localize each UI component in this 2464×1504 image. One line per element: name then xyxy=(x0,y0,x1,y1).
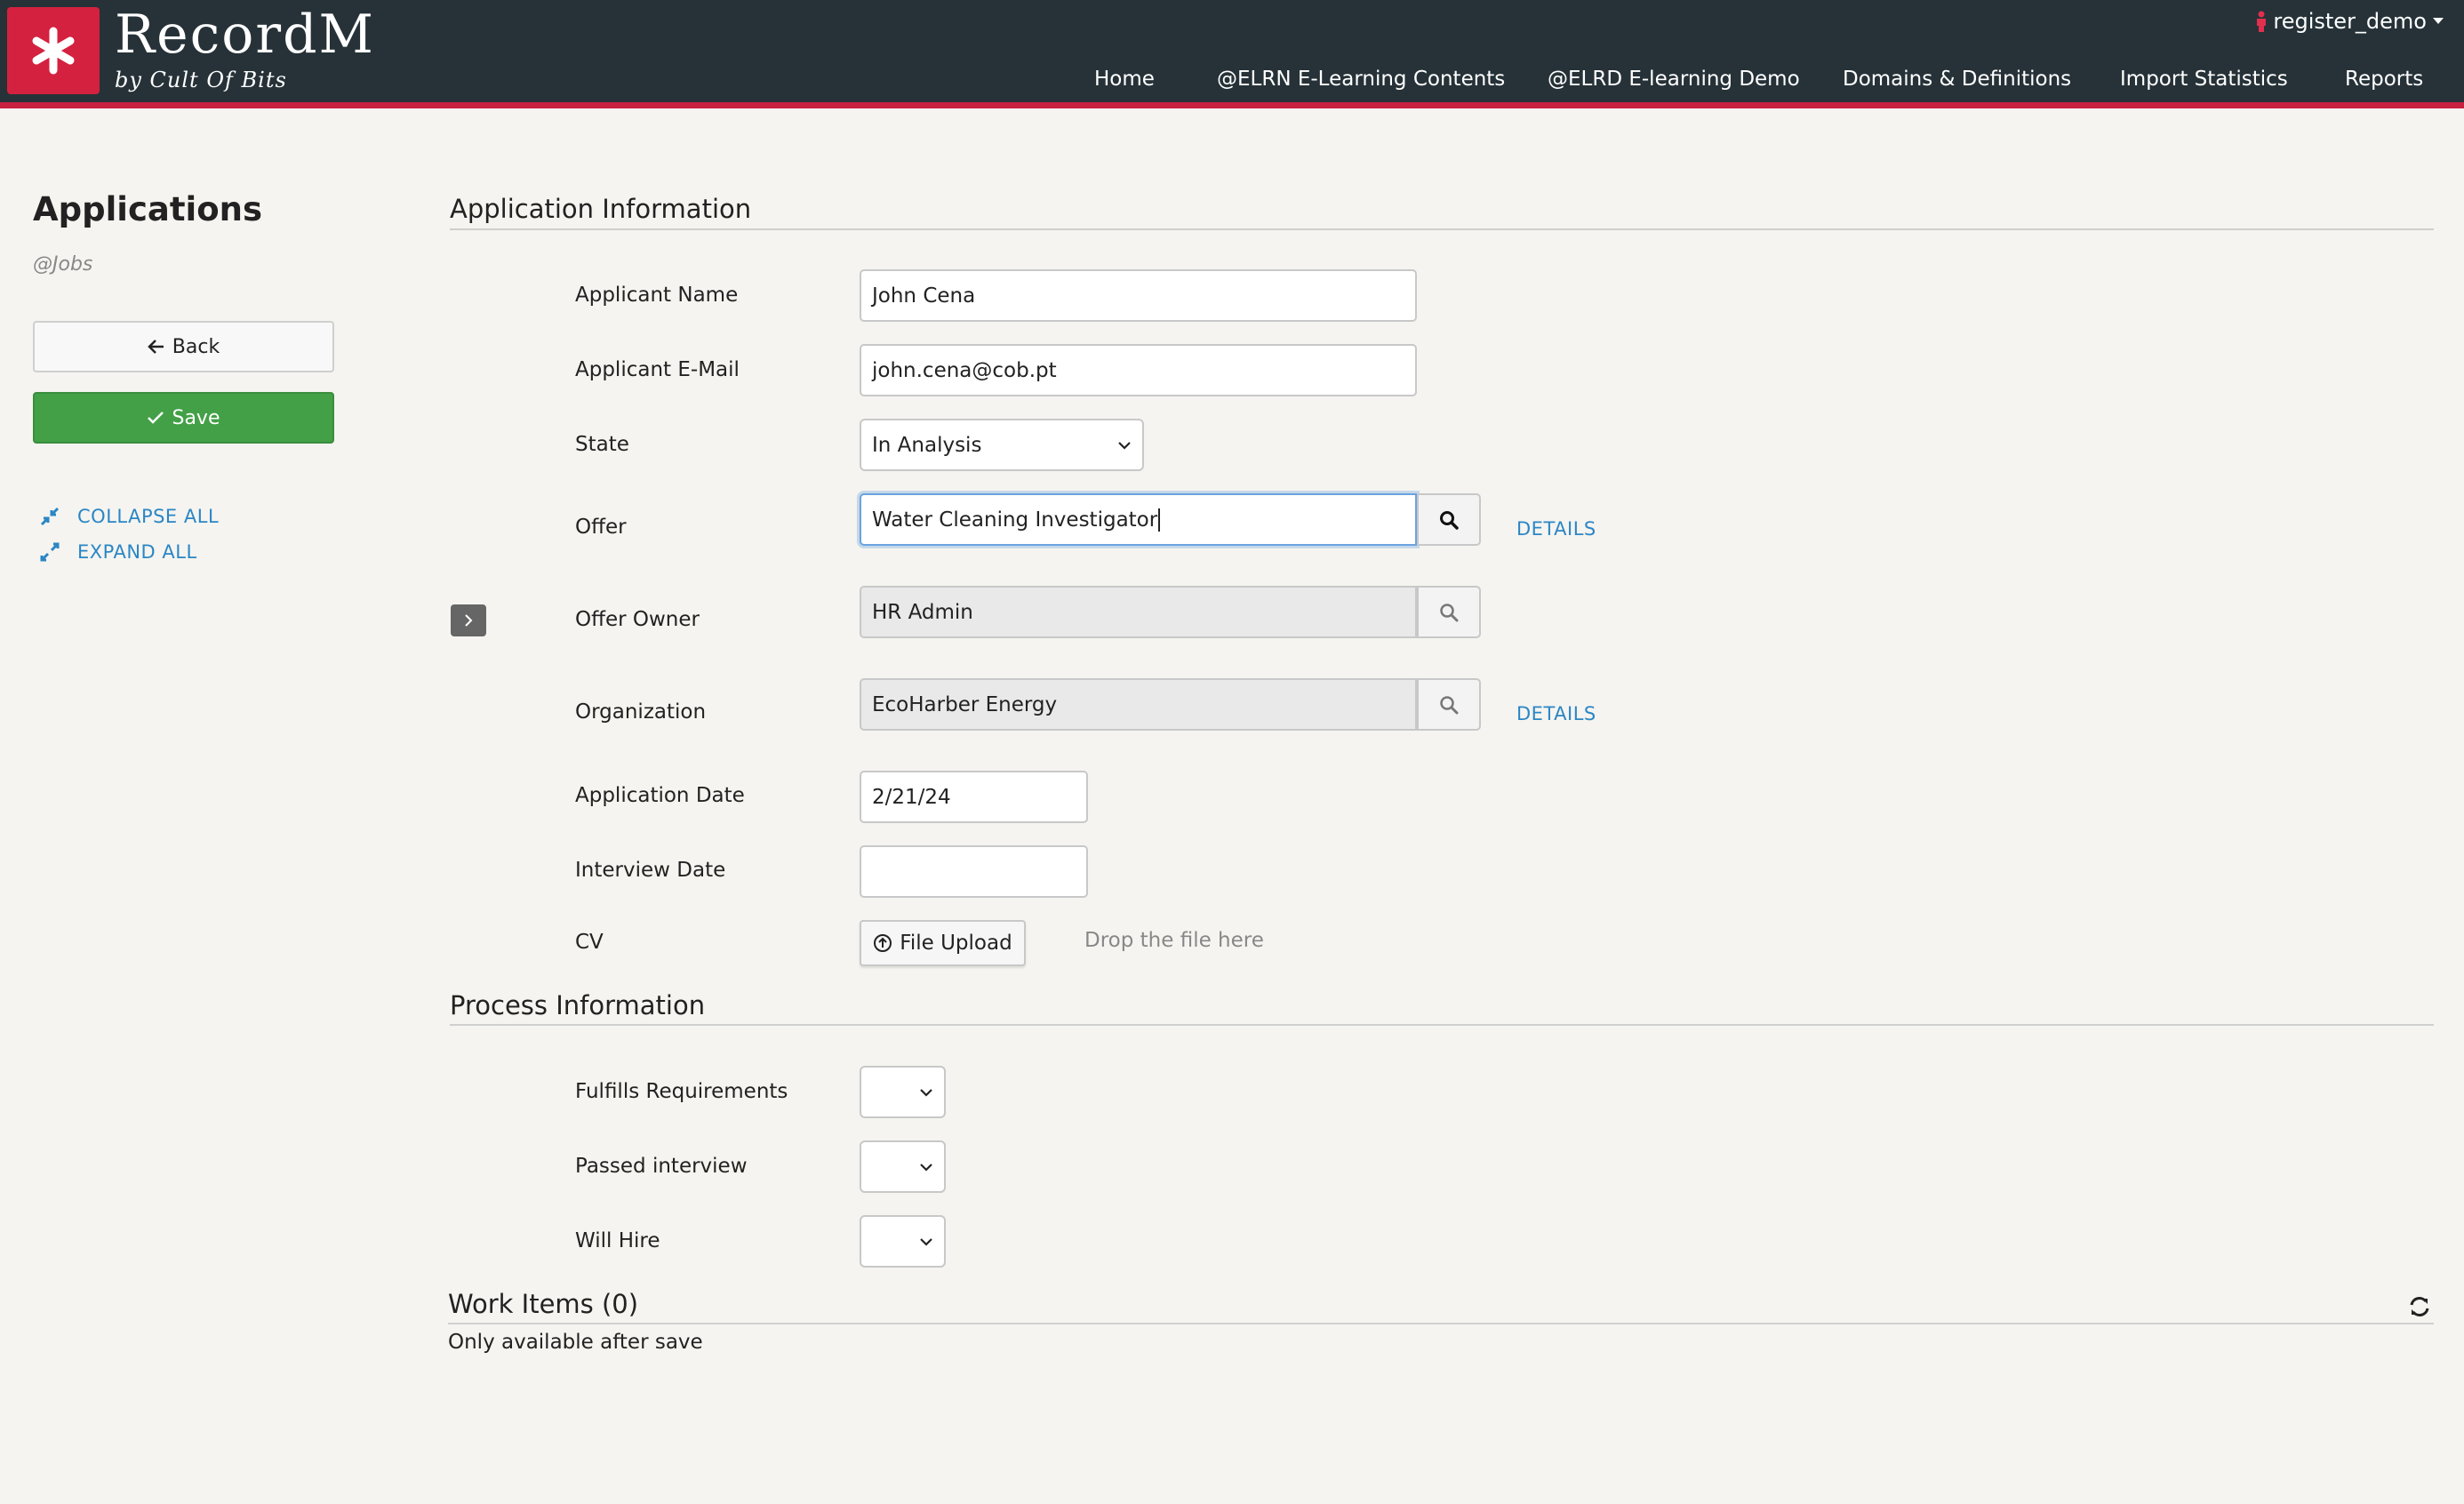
application-info-title: Application Information xyxy=(450,194,752,224)
cv-label: CV xyxy=(575,931,604,954)
state-label: State xyxy=(575,433,629,456)
collapse-all-link[interactable]: COLLAPSE ALL xyxy=(40,506,219,527)
nav-domains-definitions[interactable]: Domains & Definitions xyxy=(1843,68,2071,91)
file-upload-label: File Upload xyxy=(900,932,1012,955)
search-icon xyxy=(1440,695,1459,714)
back-button-label: Back xyxy=(172,335,220,358)
offer-owner-search-button[interactable] xyxy=(1417,586,1481,638)
page-subtitle: @Jobs xyxy=(33,253,93,276)
username: register_demo xyxy=(2273,9,2427,34)
expander-toggle[interactable] xyxy=(451,604,486,636)
will-hire-label: Will Hire xyxy=(575,1229,660,1252)
collapse-all-label: COLLAPSE ALL xyxy=(77,506,220,527)
organization-search-button[interactable] xyxy=(1417,678,1481,731)
back-button[interactable]: Back xyxy=(33,321,334,372)
offer-input[interactable]: Water Cleaning Investigator xyxy=(860,493,1417,546)
chevron-right-icon xyxy=(465,614,473,627)
page-title: Applications xyxy=(33,190,263,228)
offer-owner-value: HR Admin xyxy=(872,600,973,624)
expand-icon xyxy=(40,542,60,562)
refresh-button[interactable] xyxy=(2407,1294,2432,1319)
organization-details-link[interactable]: DETAILS xyxy=(1516,703,1596,724)
brand-title[interactable]: RecordM xyxy=(115,4,375,66)
offer-details-link[interactable]: DETAILS xyxy=(1516,518,1596,540)
search-icon xyxy=(1440,510,1459,530)
interview-date-input[interactable] xyxy=(860,845,1088,898)
file-upload-button[interactable]: File Upload xyxy=(860,920,1026,966)
header-accent-line xyxy=(0,102,2464,108)
nav-reports[interactable]: Reports xyxy=(2345,68,2423,91)
applicant-name-value: John Cena xyxy=(872,284,976,308)
nav-home[interactable]: Home xyxy=(1094,68,1155,91)
nav-elrn-elearning-contents[interactable]: @ELRN E-Learning Contents xyxy=(1217,68,1505,91)
passed-interview-label: Passed interview xyxy=(575,1155,748,1178)
passed-interview-select[interactable] xyxy=(860,1140,946,1193)
process-info-divider xyxy=(450,1024,2434,1026)
applicant-name-label: Applicant Name xyxy=(575,284,739,307)
fulfills-requirements-label: Fulfills Requirements xyxy=(575,1080,788,1103)
offer-owner-label: Offer Owner xyxy=(575,608,700,631)
brand-subtitle: by Cult Of Bits xyxy=(115,68,287,92)
work-items-note: Only available after save xyxy=(448,1331,703,1354)
nav-elrd-elearning-demo[interactable]: @ELRD E-learning Demo xyxy=(1548,68,1800,91)
organization-value: EcoHarber Energy xyxy=(872,692,1058,716)
application-date-value: 2/21/24 xyxy=(872,785,951,809)
process-info-title: Process Information xyxy=(450,990,706,1020)
chevron-down-icon xyxy=(1118,441,1131,450)
user-icon xyxy=(2257,11,2267,32)
check-icon xyxy=(148,412,164,424)
upload-circle-icon xyxy=(874,934,892,952)
offer-value: Water Cleaning Investigator xyxy=(872,508,1158,532)
arrow-left-icon xyxy=(148,340,164,354)
work-items-title: Work Items (0) xyxy=(448,1289,639,1319)
refresh-icon xyxy=(2410,1297,2429,1316)
application-date-input[interactable]: 2/21/24 xyxy=(860,771,1088,823)
caret-down-icon xyxy=(2433,18,2444,24)
organization-input[interactable]: EcoHarber Energy xyxy=(860,678,1417,731)
user-menu[interactable]: register_demo xyxy=(2255,9,2444,34)
applicant-name-input[interactable]: John Cena xyxy=(860,269,1417,322)
file-drop-zone[interactable]: Drop the file here xyxy=(1084,929,1264,952)
chevron-down-icon xyxy=(920,1088,932,1097)
save-button-label: Save xyxy=(172,406,220,429)
compress-icon xyxy=(40,507,60,526)
text-cursor xyxy=(1158,508,1161,532)
chevron-down-icon xyxy=(920,1163,932,1172)
interview-date-label: Interview Date xyxy=(575,859,726,882)
offer-owner-input[interactable]: HR Admin xyxy=(860,586,1417,638)
chevron-down-icon xyxy=(920,1237,932,1246)
applicant-email-input[interactable]: john.cena@cob.pt xyxy=(860,344,1417,396)
fulfills-requirements-select[interactable] xyxy=(860,1066,946,1118)
work-items-divider xyxy=(448,1323,2434,1324)
save-button[interactable]: Save xyxy=(33,392,334,444)
applicant-email-value: john.cena@cob.pt xyxy=(872,358,1057,382)
expand-all-link[interactable]: EXPAND ALL xyxy=(40,541,197,563)
expand-all-label: EXPAND ALL xyxy=(77,541,197,563)
search-icon xyxy=(1440,603,1459,621)
offer-label: Offer xyxy=(575,516,627,539)
asterisk-icon[interactable] xyxy=(7,7,100,94)
state-value: In Analysis xyxy=(872,433,982,457)
applicant-email-label: Applicant E-Mail xyxy=(575,358,740,381)
organization-label: Organization xyxy=(575,700,707,724)
nav-import-statistics[interactable]: Import Statistics xyxy=(2120,68,2288,91)
offer-search-button[interactable] xyxy=(1417,493,1481,546)
state-select[interactable]: In Analysis xyxy=(860,419,1144,471)
will-hire-select[interactable] xyxy=(860,1215,946,1268)
application-info-divider xyxy=(450,228,2434,230)
application-date-label: Application Date xyxy=(575,784,745,807)
